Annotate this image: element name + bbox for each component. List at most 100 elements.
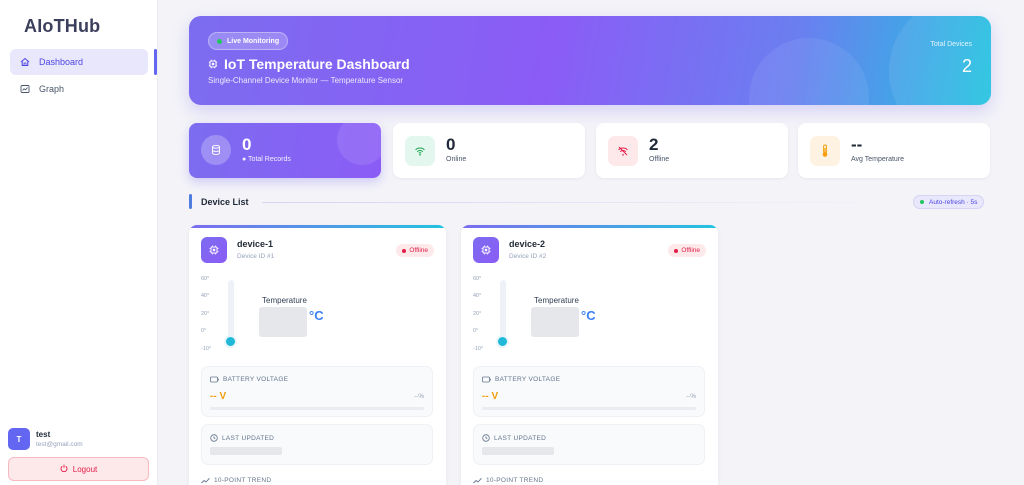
stat-value: 0 [446,135,456,154]
battery-title: BATTERY VOLTAGE [210,376,288,383]
logout-label: Logout [72,464,98,474]
chip-icon [473,237,499,263]
thermometer-bulb [224,335,237,348]
scale-label: 40° [201,293,210,299]
home-icon [20,57,30,67]
device-list-title: Device List [201,197,249,207]
status-badge: Offline [668,244,706,257]
card-accent-line [461,225,718,228]
thermometer-tube [228,280,234,340]
chip-icon [208,59,218,69]
temperature-value-placeholder [531,307,579,337]
battery-icon [210,376,219,383]
decorative-circle [889,16,991,105]
battery-panel: BATTERY VOLTAGE -- V --% [473,366,705,417]
last-updated-placeholder [482,447,554,455]
last-updated-title-text: LAST UPDATED [494,434,547,442]
logout-button[interactable]: Logout [8,457,149,481]
stat-label: Online [446,156,467,163]
stat-label: Avg Temperature [851,156,905,163]
trend-title: 10-POINT TREND [473,477,543,484]
battery-title: BATTERY VOLTAGE [482,376,560,383]
scale-label: -10° [201,346,212,352]
clock-icon [482,434,490,442]
last-updated-panel: LAST UPDATED [201,424,433,465]
battery-panel: BATTERY VOLTAGE -- V --% [201,366,433,417]
stat-card-online: 0 Online [393,123,585,178]
brand-logo: AIoTHub [24,16,101,36]
scale-label: 60° [201,276,210,282]
battery-title-text: BATTERY VOLTAGE [223,376,289,383]
live-badge-label: Live Monitoring [227,37,280,45]
device-name: device-2 [509,239,546,249]
hero-banner: Live Monitoring IoT Temperature Dashboar… [189,16,991,105]
sidebar-item-graph[interactable]: Graph [10,76,148,102]
page-title-text: IoT Temperature Dashboard [224,56,410,72]
chip-icon [201,237,227,263]
temperature-label: Temperature [262,296,307,305]
device-name: device-1 [237,239,274,249]
thermometer-bulb [496,335,509,348]
stat-card-total-records: 0 ● Total Records [189,123,381,178]
scale-label: 40° [473,293,482,299]
battery-progress-bar [210,407,424,410]
battery-icon [482,376,491,383]
page-title: IoT Temperature Dashboard [208,56,410,72]
thermometer-icon [810,136,840,166]
battery-title-text: BATTERY VOLTAGE [495,376,561,383]
status-dot [920,200,924,204]
status-dot [674,248,679,253]
live-dot [217,38,222,44]
scale-label: 0° [473,328,479,334]
last-updated-placeholder [210,447,282,455]
last-updated-title: LAST UPDATED [210,434,274,442]
temperature-unit: °C [309,308,324,323]
trend-title: 10-POINT TREND [201,477,271,484]
decorative-circle [337,123,381,165]
temperature-unit: °C [581,308,596,323]
battery-percent: --% [685,393,696,400]
total-devices-label: Total Devices [930,41,972,48]
stat-value: 2 [649,135,659,154]
live-monitoring-badge: Live Monitoring [208,32,289,50]
status-label: Offline [681,247,700,254]
wifi-off-icon [608,136,638,166]
user-name: test [36,430,51,439]
user-profile: T test test@gmail.com [8,428,83,450]
stat-value: 0 [242,135,252,154]
stat-label: ● Total Records [242,156,291,163]
sidebar-item-label: Graph [39,84,65,94]
trend-title-text: 10-POINT TREND [214,477,272,484]
scale-label: 0° [201,328,207,334]
power-icon [60,464,68,474]
last-updated-title-text: LAST UPDATED [222,434,275,442]
status-label: Offline [409,247,428,254]
sidebar: AIoTHub Dashboard Graph T test test@gmai… [0,0,158,485]
sidebar-item-dashboard[interactable]: Dashboard [10,49,148,75]
device-card[interactable]: device-2 Device ID #2 Offline 60° 40° 20… [461,225,718,485]
chart-icon [20,84,30,94]
status-dot [402,248,407,253]
clock-icon [210,434,218,442]
section-accent-bar [189,194,192,209]
battery-progress-bar [482,407,696,410]
total-devices-value: 2 [961,56,972,76]
device-card[interactable]: device-1 Device ID #1 Offline 60° 40° 20… [189,225,446,485]
device-id: Device ID #1 [237,253,275,260]
wifi-icon [405,136,435,166]
scale-label: 20° [473,311,482,317]
divider [262,202,902,203]
scale-label: -10° [473,346,484,352]
stat-value: -- [851,135,863,154]
device-id: Device ID #2 [509,253,547,260]
decorative-circle [749,38,869,105]
trend-icon [473,477,482,484]
sidebar-item-label: Dashboard [39,57,84,67]
page-subtitle: Single-Channel Device Monitor — Temperat… [208,76,404,85]
trend-title-text: 10-POINT TREND [486,477,544,484]
status-badge: Offline [396,244,434,257]
active-indicator [154,49,157,75]
stat-card-offline: 2 Offline [596,123,788,178]
thermometer-tube [500,280,506,340]
temperature-label: Temperature [534,296,579,305]
